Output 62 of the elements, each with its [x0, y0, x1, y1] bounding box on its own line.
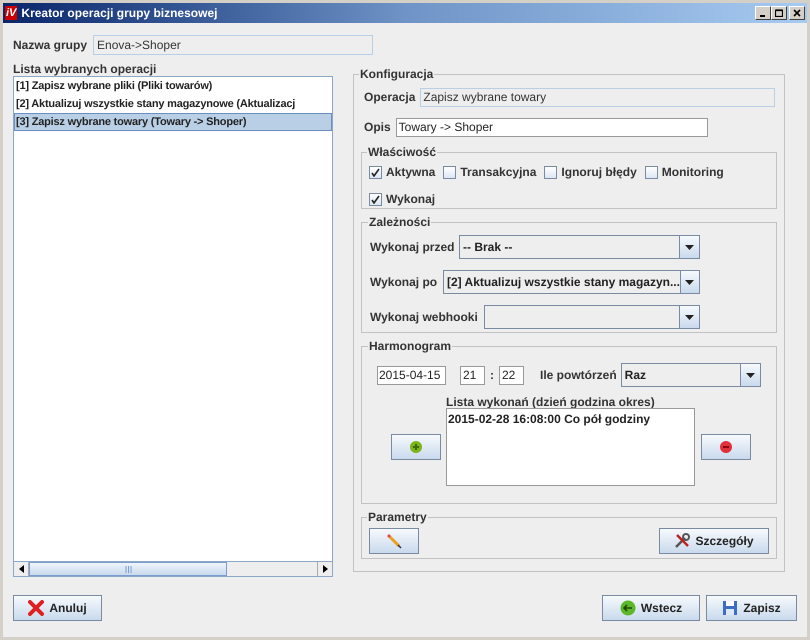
- checkbox[interactable]: [644, 166, 658, 178]
- group-title: Zależności: [368, 214, 432, 231]
- plus-icon: [410, 440, 422, 452]
- caret-icon: [685, 244, 694, 250]
- list-item[interactable]: [3] Zapisz wybrane towary (Towary -> Shoper): [14, 113, 332, 131]
- checkbox-label: Monitoring: [662, 164, 724, 181]
- scrollbar-thumb[interactable]: [29, 562, 227, 576]
- caret-icon: [685, 280, 694, 284]
- minimize-icon[interactable]: [755, 6, 771, 20]
- add-button[interactable]: [391, 434, 441, 460]
- list-item[interactable]: [2] Aktualizuj wszystkie stany magazynowe (Aktualizacj: [14, 95, 332, 113]
- checkbox[interactable]: [544, 166, 558, 178]
- checkbox[interactable]: [443, 166, 456, 178]
- group-title: Parametry: [367, 509, 428, 526]
- group-title: Konfiguracja: [359, 66, 434, 83]
- caret-icon: [685, 314, 694, 320]
- checkbox-label: Ignoruj błędy: [561, 164, 637, 181]
- caret-icon: [746, 372, 755, 378]
- field-label: Wykonaj po: [370, 274, 438, 291]
- pencil-icon: [386, 533, 402, 549]
- group-title: Harmonogram: [368, 338, 452, 355]
- checkbox-label: Transakcyjna: [460, 164, 536, 181]
- window-title: Kreator operacji grupy biznesowej: [21, 5, 218, 22]
- field-label: Operacja: [364, 89, 416, 106]
- dropdown[interactable]: [2] Aktualizuj wszystkie stany magazyn...: [443, 270, 700, 294]
- field-label: Wykonaj przed: [370, 239, 454, 256]
- checkbox-label: Aktywna: [386, 164, 436, 181]
- date-field[interactable]: 2015-04-15: [377, 366, 446, 384]
- field-label: Wykonaj webhooki: [370, 309, 478, 326]
- maximize-icon[interactable]: [771, 6, 787, 20]
- save-button[interactable]: Zapisz: [706, 595, 797, 621]
- group-title: Właściwość: [367, 144, 438, 161]
- minus-icon: [720, 440, 732, 452]
- details-button[interactable]: Szczegóły: [659, 528, 769, 554]
- horizontal-scrollbar[interactable]: [14, 561, 332, 576]
- description-field[interactable]: Towary -> Shoper: [396, 118, 708, 136]
- dropdown[interactable]: [484, 305, 700, 329]
- minute-field[interactable]: 22: [499, 366, 524, 384]
- hour-field[interactable]: 21: [460, 366, 485, 384]
- close-icon[interactable]: [789, 6, 805, 20]
- app-logo: iV: [5, 6, 18, 20]
- cancel-button[interactable]: Anuluj: [13, 595, 102, 621]
- list-item[interactable]: 2015-02-28 16:08:00 Co pół godziny: [448, 410, 694, 428]
- time-separator: :: [490, 367, 494, 384]
- list-label: Lista wybranych operacji: [13, 62, 158, 76]
- list-label: Lista wykonań (dzień godzina okres): [446, 394, 656, 408]
- checkbox-label: Wykonaj: [386, 191, 436, 208]
- field-label: Nazwa grupy: [13, 37, 88, 54]
- close-icon: [28, 600, 44, 616]
- edit-button[interactable]: [369, 528, 419, 554]
- list-item[interactable]: [1] Zapisz wybrane pliki (Pliki towarów): [14, 77, 332, 95]
- dropdown[interactable]: Raz: [620, 363, 761, 387]
- back-button[interactable]: Wstecz: [602, 595, 700, 621]
- checkbox[interactable]: [369, 192, 382, 206]
- field-label: Ile powtórzeń: [540, 367, 617, 384]
- group-name-field[interactable]: Enova->Shoper: [93, 35, 374, 55]
- operation-field[interactable]: Zapisz wybrane towary: [420, 88, 776, 106]
- remove-button[interactable]: [701, 434, 751, 460]
- checkbox[interactable]: [369, 166, 382, 178]
- tools-icon: [674, 533, 690, 549]
- dropdown[interactable]: -- Brak --: [459, 235, 700, 259]
- field-label: Opis: [364, 119, 391, 136]
